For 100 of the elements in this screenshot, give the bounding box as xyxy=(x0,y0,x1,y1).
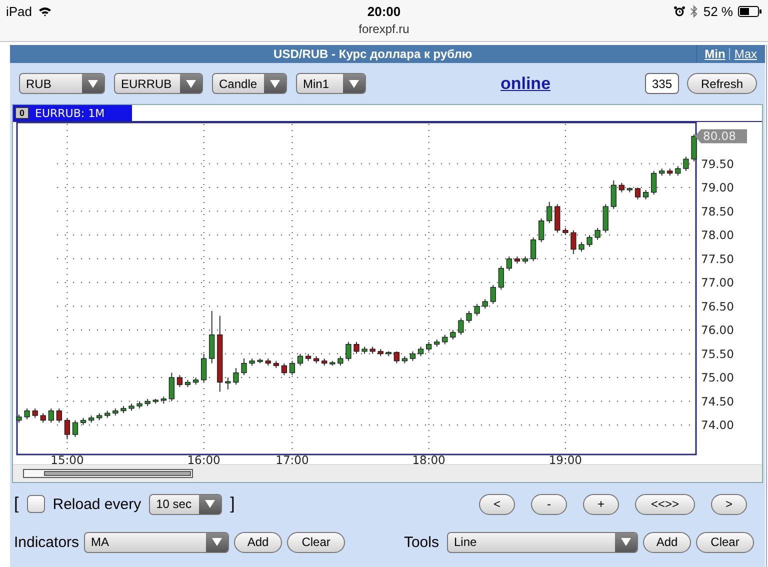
axis-label: 75.00 xyxy=(701,370,734,385)
candle xyxy=(546,201,552,224)
candle xyxy=(426,341,432,352)
candle xyxy=(48,408,54,424)
dropdown[interactable]: Min1 xyxy=(296,73,366,94)
candle xyxy=(562,227,568,236)
axis-label: 77.00 xyxy=(701,276,734,290)
bracket: ] xyxy=(230,494,235,514)
candle xyxy=(691,134,697,162)
candle xyxy=(586,234,592,248)
nav-button[interactable]: < xyxy=(479,494,515,514)
candle xyxy=(160,396,166,404)
clock-time: 20:00 xyxy=(367,4,401,18)
nav-button[interactable]: + xyxy=(583,494,619,514)
checkbox[interactable] xyxy=(26,495,45,513)
candle xyxy=(610,180,616,210)
link[interactable]: Min xyxy=(704,47,726,61)
candle xyxy=(634,187,641,200)
candle xyxy=(466,310,472,324)
candle xyxy=(394,350,400,364)
refresh-button[interactable]: Refresh xyxy=(687,73,757,94)
bracket: [ xyxy=(14,494,19,514)
dropdown[interactable]: MA xyxy=(84,532,230,552)
candle xyxy=(659,168,665,176)
candle xyxy=(538,218,544,243)
axis-label: 78.00 xyxy=(701,228,734,242)
dropdown[interactable]: RUB xyxy=(19,73,105,94)
link[interactable]: Max xyxy=(734,47,757,61)
candle xyxy=(370,346,376,354)
candle xyxy=(120,406,126,414)
axis-label: 18:00 xyxy=(412,453,446,464)
nav-button[interactable]: > xyxy=(711,494,747,514)
bluetooth-icon xyxy=(690,4,698,18)
candle xyxy=(498,265,504,290)
scrollbar[interactable] xyxy=(23,469,193,478)
candle xyxy=(346,341,352,362)
axis-label: 16:00 xyxy=(187,453,220,464)
device-name: iPad xyxy=(6,4,32,18)
candle xyxy=(16,414,22,424)
candle xyxy=(314,356,320,364)
field-label: Indicators xyxy=(14,534,80,550)
dropdown[interactable]: 10 sec xyxy=(149,494,222,514)
status-link[interactable]: online xyxy=(366,74,645,94)
candle xyxy=(88,415,94,424)
axis-label: 79.50 xyxy=(701,156,734,171)
add-button[interactable]: Add xyxy=(234,532,282,552)
candle xyxy=(522,256,528,264)
nav-button[interactable]: <<>> xyxy=(635,494,695,514)
caret-icon xyxy=(186,80,196,88)
candle xyxy=(410,350,416,362)
dropdown[interactable]: Candle xyxy=(212,73,287,94)
candle xyxy=(273,360,279,369)
dropdown[interactable]: EURRUB xyxy=(114,73,203,94)
page-address: forexpf.ru xyxy=(358,22,410,36)
clear-button[interactable]: Clear xyxy=(287,532,346,552)
candle xyxy=(386,350,392,357)
candle xyxy=(201,353,207,383)
candle xyxy=(128,403,134,412)
wifi-icon xyxy=(38,6,52,16)
candle xyxy=(578,242,584,252)
index-button[interactable]: 0 xyxy=(15,107,29,119)
candle xyxy=(490,284,496,304)
axis-label: 74.00 xyxy=(701,418,734,432)
dropdown[interactable]: Line xyxy=(447,532,638,552)
add-button[interactable]: Add xyxy=(643,532,691,552)
candle xyxy=(209,310,215,364)
chart-tab[interactable]: 0 EURRUB: 1M xyxy=(13,105,132,121)
candle xyxy=(297,353,304,366)
count-field[interactable]: 335 xyxy=(645,73,679,94)
caret-icon xyxy=(205,500,216,508)
candle xyxy=(338,356,344,366)
reload-label: Reload every xyxy=(52,496,142,512)
candle xyxy=(594,227,600,240)
nav-button[interactable]: - xyxy=(531,494,567,514)
caret-icon xyxy=(88,80,98,88)
clear-button[interactable]: Clear xyxy=(696,532,754,552)
candle xyxy=(362,346,368,354)
candle xyxy=(64,417,70,440)
axis-label: 19:00 xyxy=(548,453,582,464)
candle xyxy=(152,398,158,404)
candle xyxy=(602,204,608,234)
axis-label: 76.50 xyxy=(701,299,734,314)
candle xyxy=(530,236,536,262)
panel-title: USD/RUB - Курс доллара к рублю xyxy=(272,47,474,61)
candle xyxy=(434,339,440,348)
candle xyxy=(32,408,38,418)
candle xyxy=(168,372,174,402)
candle xyxy=(80,417,86,426)
candle xyxy=(442,334,448,345)
candle xyxy=(265,358,271,366)
candle xyxy=(626,187,633,193)
candle xyxy=(378,348,384,357)
battery-icon xyxy=(738,6,762,16)
candle xyxy=(506,256,512,272)
candle xyxy=(112,408,118,416)
candle xyxy=(322,358,328,366)
axis-label: 75.50 xyxy=(701,346,734,361)
axis-label: 77.50 xyxy=(701,252,734,266)
candle xyxy=(136,400,142,409)
candle xyxy=(675,166,681,176)
